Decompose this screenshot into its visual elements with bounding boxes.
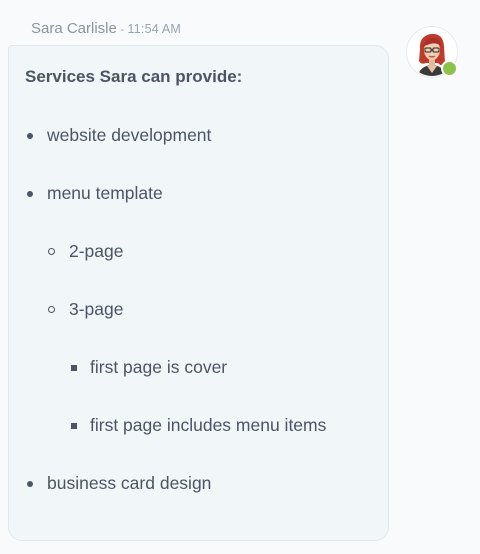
meta-separator: - (116, 22, 128, 36)
bullet-disc-icon (27, 191, 33, 197)
list-item-label: first page includes menu items (90, 415, 327, 435)
bullet-disc-icon (27, 133, 33, 139)
list-item-label: business card design (47, 473, 212, 493)
list-item-label: menu template (47, 183, 163, 203)
list-item-label: 3-page (69, 299, 124, 319)
message-meta: Sara Carlisle - 11:54 AM (31, 20, 181, 37)
chat-message: Sara Carlisle - 11:54 AM Services Sara c… (0, 0, 480, 554)
list-item-label: 2-page (69, 241, 124, 261)
message-heading: Services Sara can provide: (25, 67, 243, 86)
list-item-label: first page is cover (90, 357, 228, 377)
sender-name[interactable]: Sara Carlisle (31, 20, 117, 37)
bullet-circle-icon (48, 248, 55, 255)
services-list: website development menu template 2-page… (25, 124, 372, 494)
list-item: first page includes menu items (25, 414, 372, 436)
list-item-label: website development (47, 125, 212, 145)
list-item: menu template (25, 182, 372, 204)
bullet-square-icon (71, 423, 77, 429)
bullet-square-icon (71, 365, 77, 371)
list-item: 2-page (25, 240, 372, 262)
online-status-icon (441, 60, 458, 77)
list-item: business card design (25, 472, 372, 494)
list-item: website development (25, 124, 372, 146)
message-timestamp: 11:54 AM (127, 22, 182, 36)
list-item: first page is cover (25, 356, 372, 378)
bullet-circle-icon (48, 306, 55, 313)
message-bubble: Services Sara can provide: website devel… (8, 45, 389, 541)
list-item: 3-page (25, 298, 372, 320)
bullet-disc-icon (27, 481, 33, 487)
